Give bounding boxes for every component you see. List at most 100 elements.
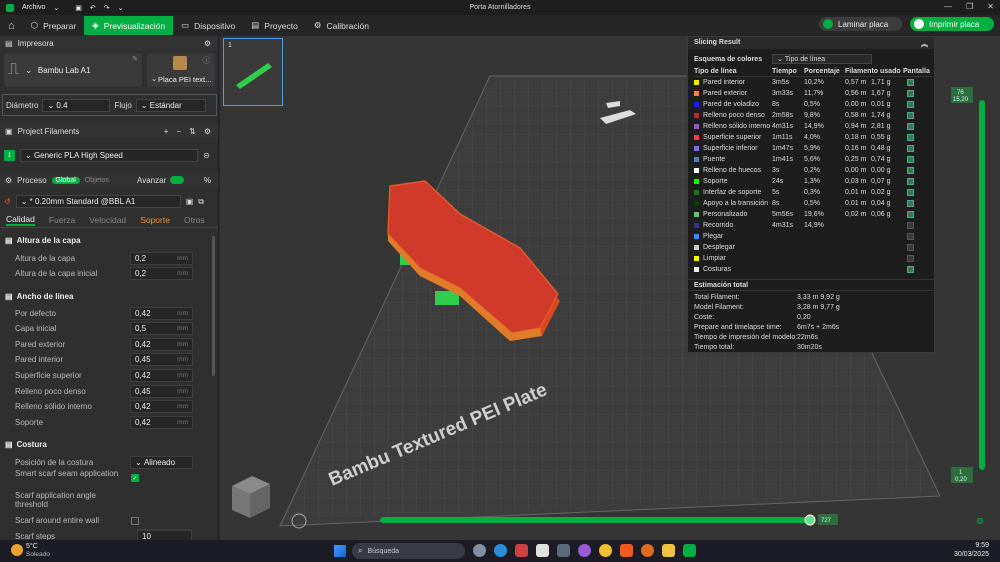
width-input[interactable]: 0,5 mm (130, 321, 193, 335)
printer-settings-gear-icon[interactable]: ⚙ (204, 39, 211, 48)
color-scheme-select[interactable]: ⌄ Tipo de línea (772, 54, 873, 64)
filament-color-swatch[interactable]: 1 (4, 150, 15, 161)
advanced-switch[interactable] (170, 176, 184, 184)
add-filament-icon[interactable]: + (164, 127, 169, 136)
remove-filament-icon[interactable]: − (176, 127, 181, 136)
tab-speed[interactable]: Velocidad (89, 215, 126, 225)
explorer-app-icon[interactable] (662, 544, 675, 557)
legend-visibility-checkbox[interactable] (907, 266, 914, 273)
save-preset-icon[interactable]: ▣ (186, 197, 194, 206)
printer-selector[interactable]: ⎍ ⌄ Bambu Lab A1 ✎ (4, 53, 142, 87)
printer-edit-icon[interactable]: ✎ (132, 55, 138, 63)
legend-visibility-checkbox[interactable] (907, 189, 914, 196)
maximize-icon[interactable]: ❐ (966, 2, 973, 11)
initial-layer-height-input[interactable]: 0,2 mm (130, 266, 193, 280)
width-input[interactable]: 0,42 mm (130, 399, 193, 413)
plate-selector[interactable]: ⓘ ⌄ Placa PEI text... (147, 53, 215, 87)
global-toggle[interactable]: Global (51, 176, 80, 184)
home-icon[interactable]: ⌂ (0, 16, 23, 35)
sidebar-scrollbar[interactable] (212, 236, 215, 376)
tab-others[interactable]: Otros (184, 215, 205, 225)
filament-select[interactable]: ⌄ Generic PLA High Speed (20, 149, 198, 162)
legend-visibility-checkbox[interactable] (907, 167, 914, 174)
minimize-icon[interactable]: — (944, 2, 952, 11)
tab-quality[interactable]: Calidad (6, 214, 35, 226)
tab-calibration[interactable]: ⚙ Calibración (306, 16, 377, 35)
legend-visibility-checkbox[interactable] (907, 101, 914, 108)
diameter-select[interactable]: ⌄ 0.4 (42, 98, 111, 112)
filament-edit-icon[interactable]: ⊝ (203, 151, 210, 160)
tab-preview[interactable]: ◈ Previsualización (84, 16, 174, 35)
print-dropdown-icon[interactable] (914, 19, 924, 29)
scarf-steps-input[interactable]: 10 (137, 530, 192, 540)
filament-settings-gear-icon[interactable]: ⚙ (204, 127, 211, 136)
save-icon[interactable]: ▣ (75, 4, 82, 12)
tab-strength[interactable]: Fuerza (49, 215, 75, 225)
legend-visibility-checkbox[interactable] (907, 79, 914, 86)
tab-support[interactable]: Soporte (140, 215, 170, 225)
reset-icon[interactable]: ↺ (4, 197, 11, 206)
width-input[interactable]: 0,45 mm (130, 352, 193, 366)
legend-visibility-checkbox[interactable] (907, 178, 914, 185)
percent-icon[interactable]: % (204, 176, 211, 185)
move-slider-track[interactable] (380, 517, 810, 523)
redo-icon[interactable]: ↷ (104, 4, 110, 12)
store-app-icon[interactable] (515, 544, 528, 557)
info-icon[interactable]: ⓘ (203, 55, 211, 66)
edge-app-icon[interactable] (494, 544, 507, 557)
width-input[interactable]: 0,42 mm (130, 337, 193, 351)
process-preset-select[interactable]: ⌄ * 0.20mm Standard @BBL A1 (15, 195, 181, 208)
view-cube[interactable] (232, 476, 270, 518)
legend-visibility-checkbox[interactable] (907, 156, 914, 163)
scarf-entire-checkbox[interactable] (131, 517, 139, 525)
close-icon[interactable]: ✕ (987, 2, 994, 11)
undo-icon[interactable]: ↶ (90, 4, 96, 12)
width-input[interactable]: 0,42 mm (130, 306, 193, 320)
legend-visibility-checkbox[interactable] (907, 112, 914, 119)
move-slider-handle[interactable] (804, 514, 816, 526)
layers-settings-icon[interactable]: ⚙ (976, 516, 984, 526)
objects-toggle[interactable]: Objetos (85, 177, 109, 184)
legend-visibility-checkbox[interactable] (907, 134, 914, 141)
collapse-icon[interactable]: ︽ (921, 39, 928, 48)
width-input[interactable]: 0,42 mm (130, 368, 193, 382)
plate-thumbnail[interactable]: 1 (223, 38, 283, 106)
search-box[interactable]: ⌕ Búsqueda (352, 543, 465, 559)
file-menu[interactable]: Archivo (22, 4, 45, 11)
tab-prepare[interactable]: ⬡ Preparar (23, 16, 85, 35)
legend-visibility-checkbox[interactable] (907, 145, 914, 152)
start-icon[interactable] (334, 545, 346, 557)
width-input[interactable]: 0,45 mm (130, 384, 193, 398)
brave-app-icon[interactable] (620, 544, 633, 557)
sync-filament-icon[interactable]: ⇅ (189, 127, 196, 136)
calculator-app-icon[interactable] (557, 544, 570, 557)
legend-visibility-checkbox[interactable] (907, 222, 914, 229)
legend-visibility-checkbox[interactable] (907, 211, 914, 218)
legend-visibility-checkbox[interactable] (907, 233, 914, 240)
settings-app-icon[interactable] (473, 544, 486, 557)
firefox-app-icon[interactable] (641, 544, 654, 557)
legend-visibility-checkbox[interactable] (907, 255, 914, 262)
layer-height-input[interactable]: 0,2 mm (130, 251, 193, 265)
edit-preset-icon[interactable]: ⧉ (198, 197, 204, 207)
slice-dropdown-icon[interactable] (823, 19, 833, 29)
legend-visibility-checkbox[interactable] (907, 200, 914, 207)
slice-plate-button[interactable]: Laminar placa (819, 17, 902, 31)
tab-device[interactable]: ▭ Dispositivo (173, 16, 243, 35)
tab-project[interactable]: ▤ Proyecto (243, 16, 306, 35)
flow-select[interactable]: ⌄ Estándar (135, 98, 206, 112)
copilot-app-icon[interactable] (578, 544, 591, 557)
seam-position-select[interactable]: ⌄ Alineado (130, 455, 193, 469)
legend-visibility-checkbox[interactable] (907, 90, 914, 97)
layer-slider-track[interactable] (979, 100, 985, 470)
chrome-app-icon[interactable] (599, 544, 612, 557)
width-input[interactable]: 0,42 mm (130, 415, 193, 429)
smart-scarf-checkbox[interactable]: ✓ (131, 474, 139, 482)
legend-visibility-checkbox[interactable] (907, 244, 914, 251)
chevron-down-icon[interactable]: ⌄ (53, 4, 59, 12)
bambu-studio-app-icon[interactable] (683, 544, 696, 557)
print-plate-button[interactable]: Imprimir placa (910, 17, 994, 31)
filament-item[interactable]: 1 ⌄ Generic PLA High Speed ⊝ (4, 148, 216, 163)
legend-visibility-checkbox[interactable] (907, 123, 914, 130)
more-icon[interactable]: ⌄ (118, 4, 124, 12)
